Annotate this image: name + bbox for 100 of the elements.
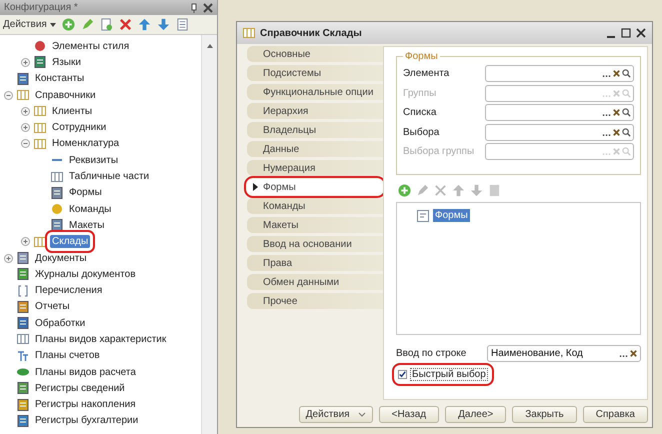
document-icon [17, 300, 29, 313]
group-title: Формы [404, 51, 439, 62]
document-icon [17, 317, 29, 330]
side-tab[interactable]: Ввод на основании [247, 236, 383, 252]
add-icon[interactable] [398, 184, 411, 197]
collapse-icon[interactable] [4, 90, 13, 100]
field-frame[interactable]: Наименование, Код [487, 345, 641, 362]
table-icon [34, 122, 46, 134]
search-icon[interactable] [622, 128, 631, 137]
document-icon [17, 398, 29, 411]
field-label: Списка [403, 107, 438, 118]
close-icon[interactable] [636, 28, 646, 38]
tree-item[interactable]: Реквизиты [67, 154, 120, 167]
document-icon [51, 219, 63, 232]
input-field[interactable] [485, 65, 634, 82]
clear-icon[interactable] [612, 128, 621, 137]
side-tab[interactable]: Команды [247, 198, 383, 214]
tree-item[interactable]: Команды [67, 202, 114, 216]
side-tab[interactable]: Функциональные опции [247, 84, 383, 100]
list-item[interactable]: Формы [433, 209, 470, 222]
search-icon[interactable] [622, 69, 631, 78]
tree-item[interactable]: Перечисления [33, 284, 104, 298]
scroll-up-icon[interactable] [206, 43, 214, 49]
clear-icon[interactable] [612, 108, 621, 118]
field-label: Выбора [403, 126, 440, 138]
pin-icon[interactable] [191, 2, 197, 12]
tree-item[interactable]: Обработки [33, 316, 88, 330]
dialog-button[interactable]: Справка [582, 406, 648, 423]
tree-item[interactable]: Регистры сведений [33, 382, 127, 395]
expand-icon[interactable] [21, 123, 30, 132]
collapse-icon[interactable] [21, 139, 30, 148]
dialog-button[interactable]: Далее> [445, 406, 506, 423]
delete-icon[interactable] [118, 18, 132, 31]
side-tab[interactable]: Прочее [247, 293, 383, 309]
tree-item[interactable]: Документы [33, 252, 89, 264]
tree-item[interactable]: Планы видов расчета [33, 366, 138, 379]
field-label: Элемента [403, 68, 450, 80]
side-tab[interactable]: Права [247, 255, 383, 271]
palette-icon [34, 40, 46, 52]
expand-icon[interactable] [21, 58, 30, 67]
copy-icon[interactable] [100, 18, 113, 31]
side-tab[interactable]: Нумерация [247, 160, 383, 176]
tree-item[interactable]: Справочники [33, 88, 98, 102]
input-field[interactable] [485, 124, 634, 141]
tree-item[interactable]: Константы [33, 72, 86, 86]
search-icon[interactable] [622, 108, 631, 118]
tree-item[interactable]: Отчеты [33, 300, 72, 314]
tree-item[interactable]: Языки [50, 56, 83, 69]
expand-icon[interactable] [4, 254, 13, 262]
clear-icon[interactable] [629, 349, 638, 358]
tree-item[interactable]: Планы видов характеристик [33, 332, 168, 346]
arrow-down-icon[interactable] [156, 18, 170, 31]
side-tab[interactable]: Владельцы [247, 122, 383, 138]
tree-item[interactable]: Элементы стиля [50, 40, 132, 53]
checkbox-label[interactable]: Быстрый выбор [410, 368, 488, 381]
input-field[interactable]: Наименование, Код [488, 347, 618, 360]
clear-icon[interactable] [612, 69, 621, 78]
side-tab[interactable]: Иерархия [247, 103, 383, 119]
side-tab[interactable]: Подсистемы [247, 65, 383, 81]
tree-item[interactable]: Регистры бухгалтерии [33, 414, 140, 428]
tree-item[interactable]: Клиенты [50, 104, 94, 118]
checkbox-icon[interactable] [398, 370, 407, 379]
tree-item[interactable]: Табличные части [67, 170, 152, 184]
dropdown-icon [358, 412, 366, 417]
tree-item[interactable]: Регистры накопления [33, 398, 138, 412]
side-tab[interactable]: Основные [247, 46, 383, 62]
tree-item[interactable]: Планы счетов [33, 349, 102, 362]
field-label: Ввод по строке [396, 348, 468, 359]
field-label: Группы [403, 88, 438, 99]
dialog-button[interactable]: Закрыть [512, 406, 577, 423]
side-tab[interactable]: Формы [247, 179, 383, 195]
tree-item[interactable]: Макеты [67, 218, 106, 232]
document-icon [17, 268, 29, 280]
add-icon[interactable] [62, 18, 75, 31]
expand-icon[interactable] [21, 106, 30, 116]
document-icon [17, 382, 29, 394]
input-field[interactable] [485, 104, 634, 122]
list-icon[interactable] [176, 18, 189, 31]
actions-menu[interactable]: Действия [3, 19, 56, 30]
side-tab[interactable]: Обмен данными [247, 274, 383, 290]
letters-icon [17, 350, 29, 362]
side-tab[interactable]: Макеты [247, 217, 383, 233]
quick-choice-checkbox[interactable]: Быстрый выбор [396, 367, 490, 382]
tree-item[interactable]: Формы [67, 186, 104, 200]
scrollbar[interactable] [201, 35, 217, 434]
document-icon [17, 252, 29, 264]
tree-item[interactable]: Журналы документов [33, 268, 138, 281]
tree-item[interactable]: Склады [50, 235, 90, 248]
dialog-button[interactable]: <Назад [378, 406, 440, 423]
close-icon[interactable] [203, 2, 213, 12]
panel-title: Конфигурация * [4, 2, 79, 13]
caret-icon [50, 22, 56, 26]
tree-item[interactable]: Номенклатура [50, 137, 122, 150]
arrow-up-icon[interactable] [138, 18, 151, 31]
maximize-icon[interactable] [621, 28, 631, 38]
document-icon [34, 56, 46, 68]
actions-menu[interactable]: Действия [298, 406, 373, 423]
expand-icon[interactable] [21, 237, 30, 246]
side-tab[interactable]: Данные [247, 141, 383, 157]
tree-item[interactable]: Сотрудники [50, 121, 108, 134]
